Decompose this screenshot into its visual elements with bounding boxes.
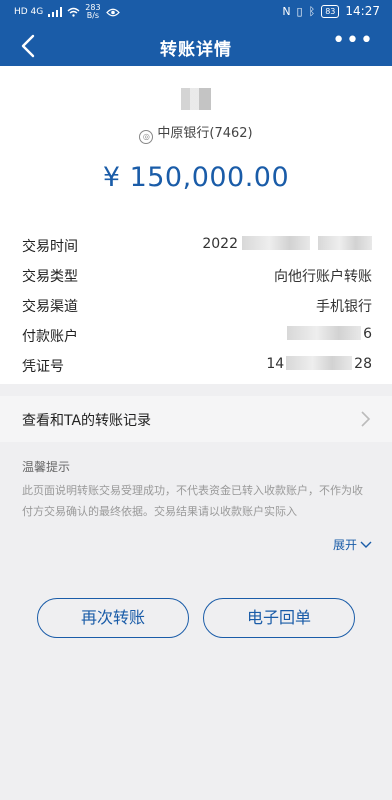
tips-title: 温馨提示: [22, 460, 71, 474]
transfer-history-link[interactable]: 查看和TA的转账记录: [0, 396, 392, 442]
clock: 14:27: [345, 4, 380, 18]
detail-value: 手机银行: [316, 299, 372, 315]
bank-name: 中原银行(7462): [157, 126, 253, 141]
vibrate-icon: ▯: [296, 4, 303, 18]
more-button[interactable]: •••: [332, 30, 374, 52]
detail-value: 14 28: [266, 356, 372, 372]
signal-icon: [48, 7, 63, 17]
detail-row-type: 交易类型 向他行账户转账: [22, 260, 372, 290]
detail-label: 付款账户: [22, 329, 78, 345]
detail-value: 6: [287, 326, 372, 342]
detail-label: 交易渠道: [22, 299, 78, 315]
detail-label: 交易类型: [22, 269, 78, 285]
detail-row-voucher: 凭证号 14 28: [22, 350, 372, 380]
wifi-icon: [67, 7, 80, 17]
battery-icon: 83: [321, 4, 340, 18]
nav-bar: 转账详情 •••: [0, 24, 392, 66]
nfc-icon: N: [282, 4, 291, 18]
detail-value: 向他行账户转账: [274, 269, 372, 285]
net-speed-unit: B/s: [86, 11, 100, 20]
detail-label: 交易时间: [22, 239, 78, 255]
status-left: HD 4G 283 B/s: [14, 4, 120, 20]
transfer-amount: ¥ 150,000.00: [102, 162, 290, 193]
eye-icon: [105, 8, 120, 16]
network-indicator: HD 4G: [14, 7, 44, 17]
status-bar: HD 4G 283 B/s N ▯ ᛒ 83 14:27: [0, 0, 392, 24]
detail-row-time: 交易时间 2022: [22, 230, 372, 260]
tips-body: 此页面说明转账交易受理成功，不代表资金已转入收款账户，不作为收付方交易确认的最终…: [22, 484, 363, 518]
bank-info: ◎ 中原银行(7462): [0, 122, 392, 144]
expand-button[interactable]: 展开: [333, 536, 372, 553]
detail-value: 2022: [202, 236, 372, 252]
chevron-right-icon: [361, 411, 371, 427]
detail-row-channel: 交易渠道 手机银行: [22, 290, 372, 320]
bank-logo-icon: ◎: [139, 130, 154, 144]
app-header: HD 4G 283 B/s N ▯ ᛒ 83 14:27 转账详情 •••: [0, 0, 392, 66]
transfer-history-label: 查看和TA的转账记录: [22, 413, 152, 429]
net-speed: 283 B/s: [85, 4, 100, 20]
expand-label: 展开: [332, 538, 357, 552]
payee-name-redacted: [181, 88, 211, 110]
transfer-again-button[interactable]: 再次转账: [37, 598, 189, 638]
bluetooth-icon: ᛒ: [308, 4, 316, 18]
detail-row-account: 付款账户 6: [22, 320, 372, 350]
detail-label: 凭证号: [22, 359, 64, 375]
tips-section: 温馨提示 此页面说明转账交易受理成功，不代表资金已转入收款账户，不作为收付方交易…: [0, 446, 392, 566]
e-receipt-button[interactable]: 电子回单: [203, 598, 355, 638]
chevron-down-icon: [360, 541, 372, 548]
status-right: N ▯ ᛒ 83 14:27: [282, 4, 380, 18]
